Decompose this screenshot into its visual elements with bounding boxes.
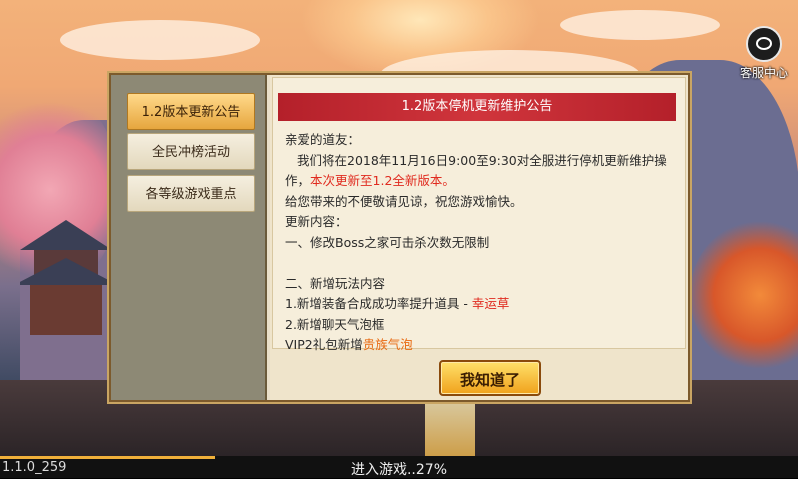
tab-ranking-event[interactable]: 全民冲榜活动 [127, 133, 255, 170]
loading-text: 进入游戏..27% [350, 462, 448, 478]
notice-line: 一、修改Boss之家可击杀次数无限制 [285, 234, 490, 250]
tab-level-guide[interactable]: 各等级游戏重点 [127, 175, 255, 212]
customer-service-label: 客服中心 [739, 66, 788, 80]
confirm-button[interactable]: 我知道了 [439, 360, 541, 396]
notice-body: 亲爱的道友： 我们将在2018年11月16日9:00至9:30对全服进行停机更新… [285, 130, 683, 356]
notice-line: 1.新增装备合成成功率提升道具 - 幸运草 [285, 294, 683, 315]
announcement-sidebar: 1.2版本更新公告 全民冲榜活动 各等级游戏重点 [111, 75, 267, 400]
announcement-content: 1.2版本停机更新维护公告 亲爱的道友： 我们将在2018年11月16日9:00… [270, 75, 688, 400]
waterfall [425, 395, 475, 460]
notice-line: VIP2礼包新增贵族气泡 [285, 335, 683, 356]
pagoda [20, 220, 112, 335]
loading-bar: 1.1.0_259 进入游戏..27% [0, 456, 798, 478]
notice-text: 1.新增装备合成成功率提升道具 - [285, 296, 472, 311]
notice-line: 更新内容： [285, 214, 348, 229]
notice-line: 给您带来的不便敬请见谅，祝您游戏愉快。 [285, 193, 523, 209]
headset-icon [746, 26, 782, 62]
notice-line: 我们将在2018年11月16日9:00至9:30对全服进行停机更新维护操 [297, 152, 667, 168]
notice-highlight: 幸运草 [471, 296, 510, 311]
notice-line: 作，本次更新至1.2全新版本。 [285, 171, 683, 192]
notice-text: VIP2礼包新增 [285, 337, 363, 352]
tab-version-update[interactable]: 1.2版本更新公告 [127, 93, 255, 130]
notice-line: 二、新增玩法内容 [285, 275, 386, 291]
notice-panel[interactable]: 1.2版本停机更新维护公告 亲爱的道友： 我们将在2018年11月16日9:00… [272, 77, 686, 352]
notice-line: 2.新增聊天气泡框 [285, 316, 385, 332]
notice-highlight: 本次更新至1.2全新版本。 [310, 173, 455, 188]
notice-greeting: 亲爱的道友： [285, 132, 361, 147]
customer-service-button[interactable]: 客服中心 [732, 26, 796, 80]
announcement-dialog: 1.2版本更新公告 全民冲榜活动 各等级游戏重点 1.2版本停机更新维护公告 亲… [109, 73, 690, 402]
cloud [560, 10, 720, 40]
notice-highlight: 贵族气泡 [362, 337, 413, 352]
notice-spacer [285, 253, 683, 274]
cloud [60, 20, 260, 60]
notice-title: 1.2版本停机更新维护公告 [278, 93, 676, 121]
notice-text: 作， [285, 173, 311, 188]
